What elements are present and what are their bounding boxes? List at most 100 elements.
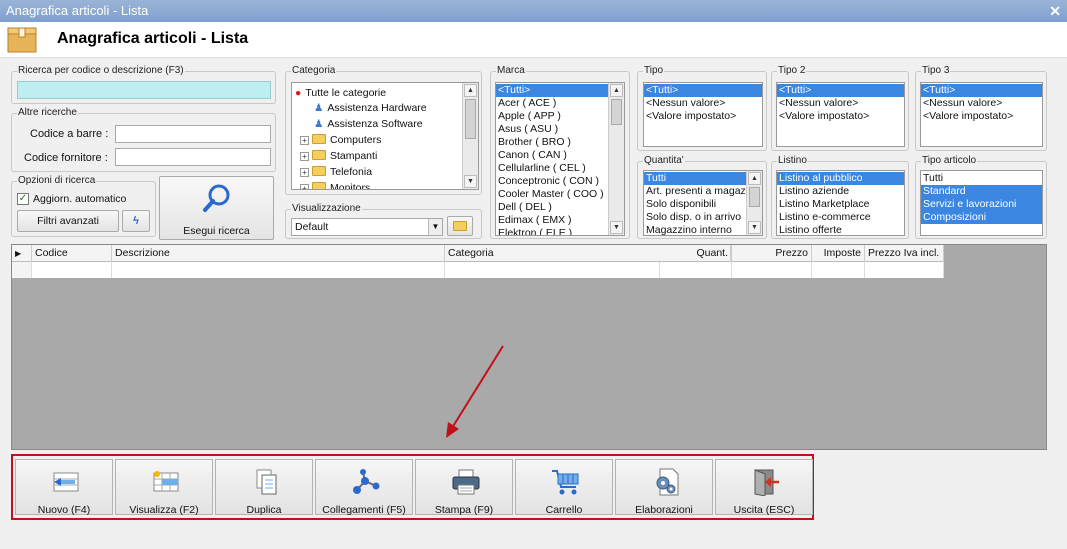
pricelist-list[interactable]: Listino al pubblico Listino aziende Listin…	[776, 170, 905, 236]
brand-list-item[interactable]: Apple ( APP )	[496, 110, 608, 123]
new-button[interactable]: Nuovo (F4)	[15, 459, 113, 516]
brand-items: <Tutti> Acer ( ACE ) Apple ( APP ) Asus ( A…	[496, 84, 608, 235]
type2-list-item[interactable]: <Tutti>	[777, 84, 904, 97]
column-header-description[interactable]: Descrizione	[112, 245, 445, 262]
quantity-scrollbar[interactable]: ▲ ▼	[746, 171, 762, 235]
pricelist-list-item[interactable]: Listino aziende	[777, 185, 904, 198]
advanced-filters-button[interactable]: Filtri avanzati	[17, 210, 119, 232]
article-type-list-item[interactable]: Standard	[921, 185, 1042, 198]
open-folder-button[interactable]	[447, 216, 473, 236]
scroll-thumb[interactable]	[749, 187, 760, 207]
barcode-input[interactable]	[115, 125, 271, 143]
brand-list-item[interactable]: Dell ( DEL )	[496, 201, 608, 214]
brand-list-item[interactable]: Acer ( ACE )	[496, 97, 608, 110]
scroll-thumb[interactable]	[465, 99, 476, 139]
brand-list-item[interactable]: Canon ( CAN )	[496, 149, 608, 162]
type3-group: Tipo 3 <Tutti> <Nessun valore> <Valore imp…	[915, 65, 1047, 151]
tree-item-phones[interactable]: + Telefonia	[300, 165, 372, 180]
lightning-button[interactable]: ϟ	[122, 210, 150, 232]
expand-icon[interactable]: +	[300, 168, 309, 177]
brand-list-item[interactable]: Cooler Master ( COO )	[496, 188, 608, 201]
supplier-code-input[interactable]	[115, 148, 271, 166]
brand-scrollbar[interactable]: ▲ ▼	[608, 83, 624, 235]
scroll-up-icon[interactable]: ▲	[748, 172, 761, 185]
category-tree[interactable]: ● Tutte le categorie ♟ Assistenza Hardware…	[291, 82, 479, 190]
pricelist-list-item[interactable]: Listino offerte	[777, 224, 904, 235]
brand-list-item[interactable]: Elektron ( ELE )	[496, 227, 608, 235]
scroll-down-icon[interactable]: ▼	[464, 175, 477, 188]
view-select[interactable]: Default ▼	[291, 218, 443, 236]
article-type-list-item[interactable]: Servizi e lavorazioni	[921, 198, 1042, 211]
view-button[interactable]: Visualizza (F2)	[115, 459, 213, 516]
chevron-down-icon[interactable]: ▼	[428, 219, 442, 235]
article-type-list-item[interactable]: Composizioni	[921, 211, 1042, 224]
quantity-list-item[interactable]: Tutti	[644, 172, 746, 185]
scroll-up-icon[interactable]: ▲	[464, 84, 477, 97]
exit-button[interactable]: Uscita (ESC)	[715, 459, 813, 516]
pricelist-list-item[interactable]: Listino Marketplace	[777, 198, 904, 211]
scroll-down-icon[interactable]: ▼	[748, 221, 761, 234]
scroll-down-icon[interactable]: ▼	[610, 221, 623, 234]
type2-list-item[interactable]: <Valore impostato>	[777, 110, 904, 123]
tree-item-printers[interactable]: + Stampanti	[300, 149, 377, 164]
article-type-list-item[interactable]: Tutti	[921, 172, 1042, 185]
type2-list-item[interactable]: <Nessun valore>	[777, 97, 904, 110]
table-row[interactable]	[12, 262, 944, 278]
type3-list-item[interactable]: <Valore impostato>	[921, 110, 1042, 123]
tree-item-all[interactable]: ● Tutte le categorie	[295, 86, 386, 101]
quantity-list[interactable]: Tutti Art. presenti a magazzino Solo dispo…	[643, 170, 763, 236]
tree-item-sw-assist[interactable]: ♟ Assistenza Software	[314, 117, 423, 132]
category-scrollbar[interactable]: ▲ ▼	[462, 83, 478, 189]
type-list-item[interactable]: <Tutti>	[644, 84, 762, 97]
articles-grid[interactable]: ▶ Codice Descrizione Categoria Quant. Pr…	[11, 244, 1047, 450]
tree-item-hw-assist[interactable]: ♟ Assistenza Hardware	[314, 101, 427, 116]
tree-item-monitors[interactable]: + Monitors	[300, 181, 370, 189]
brand-list-item[interactable]: Edimax ( EMX )	[496, 214, 608, 227]
gear-document-icon	[656, 468, 679, 496]
brand-list-item[interactable]: Conceptronic ( CON )	[496, 175, 608, 188]
links-button[interactable]: Collegamenti (F5)	[315, 459, 413, 516]
processing-button[interactable]: Elaborazioni	[615, 459, 713, 516]
scroll-thumb[interactable]	[611, 99, 622, 125]
quantity-list-item[interactable]: Magazzino interno	[644, 224, 746, 235]
scroll-up-icon[interactable]: ▲	[610, 84, 623, 97]
expand-icon[interactable]: +	[300, 136, 309, 145]
execute-search-button[interactable]: Esegui ricerca	[159, 176, 274, 240]
column-header-quantity[interactable]: Quant.	[660, 245, 732, 262]
search-input[interactable]	[17, 81, 271, 99]
brand-list-item[interactable]: Brother ( BRO )	[496, 136, 608, 149]
supplier-code-label: Codice fornitore :	[24, 152, 108, 164]
type2-label: Tipo 2	[777, 65, 807, 77]
column-header-price-incl-vat[interactable]: Prezzo Iva incl.	[865, 245, 944, 262]
duplicate-button[interactable]: Duplica	[215, 459, 313, 516]
type-list-item[interactable]: <Nessun valore>	[644, 97, 762, 110]
column-header-taxes[interactable]: Imposte	[812, 245, 865, 262]
auto-update-checkbox[interactable]: ✓	[17, 193, 29, 205]
cart-button[interactable]: Carrello	[515, 459, 613, 516]
quantity-list-item[interactable]: Solo disp. o in arrivo	[644, 211, 746, 224]
pricelist-list-item[interactable]: Listino e-commerce	[777, 211, 904, 224]
print-button[interactable]: Stampa (F9)	[415, 459, 513, 516]
page-header: Anagrafica articoli - Lista	[0, 22, 1067, 58]
brand-list-item[interactable]: Cellularline ( CEL )	[496, 162, 608, 175]
close-icon[interactable]: ✕	[1049, 0, 1061, 22]
column-header-code[interactable]: Codice	[32, 245, 112, 262]
type2-list[interactable]: <Tutti> <Nessun valore> <Valore impostato>	[776, 82, 905, 147]
cart-icon	[552, 470, 579, 495]
column-header-price[interactable]: Prezzo	[732, 245, 812, 262]
brand-list[interactable]: <Tutti> Acer ( ACE ) Apple ( APP ) Asus ( A…	[495, 82, 625, 236]
type3-list-item[interactable]: <Tutti>	[921, 84, 1042, 97]
type3-list[interactable]: <Tutti> <Nessun valore> <Valore impostato>	[920, 82, 1043, 147]
expand-icon[interactable]: +	[300, 184, 309, 189]
expand-icon[interactable]: +	[300, 152, 309, 161]
quantity-list-item[interactable]: Solo disponibili	[644, 198, 746, 211]
brand-list-item[interactable]: <Tutti>	[496, 84, 608, 97]
quantity-list-item[interactable]: Art. presenti a magazzino	[644, 185, 762, 198]
type-list[interactable]: <Tutti> <Nessun valore> <Valore impostato>	[643, 82, 763, 147]
type-list-item[interactable]: <Valore impostato>	[644, 110, 762, 123]
tree-item-computers[interactable]: + Computers	[300, 133, 381, 148]
pricelist-list-item[interactable]: Listino al pubblico	[777, 172, 904, 185]
article-type-list[interactable]: Tutti Standard Servizi e lavorazioni Compos…	[920, 170, 1043, 236]
type3-list-item[interactable]: <Nessun valore>	[921, 97, 1042, 110]
brand-list-item[interactable]: Asus ( ASU )	[496, 123, 608, 136]
